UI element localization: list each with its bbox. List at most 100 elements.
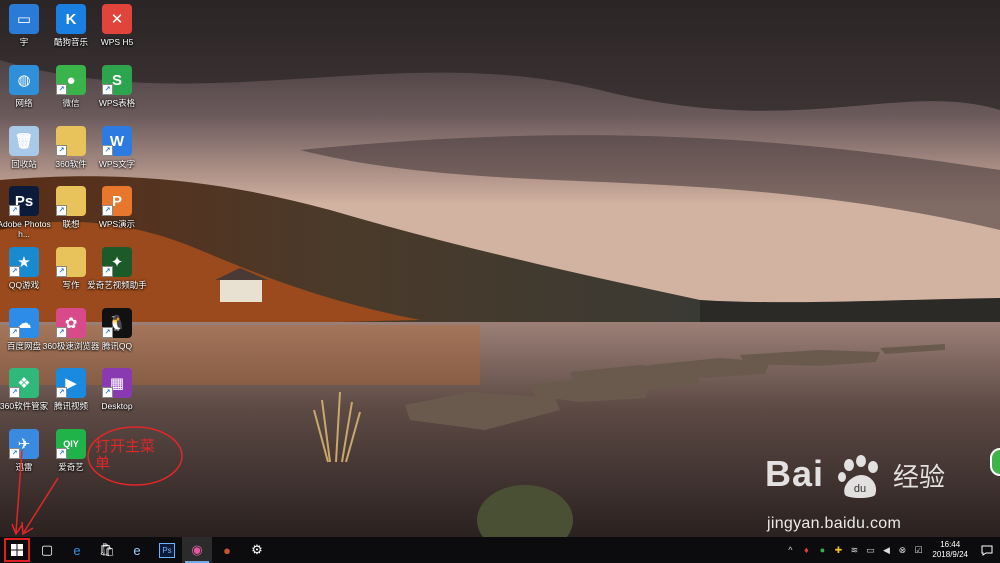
basketball-icon: ● (223, 542, 231, 558)
volume-icon: ◀ (882, 544, 890, 555)
iqiyi-helper-icon: ✦ ↗ (102, 247, 132, 277)
chevron-up-icon: ^ (788, 545, 793, 555)
photoshop-button[interactable]: Ps (152, 537, 182, 563)
svg-text:du: du (854, 483, 866, 495)
wechat-icon: ● ↗ (56, 65, 86, 95)
shortcut-arrow-icon: ↗ (102, 387, 113, 398)
folder-icon: ↗ (56, 126, 86, 156)
ie-icon: e (133, 542, 141, 558)
store-icon: 🛍 (98, 542, 116, 557)
qq-game-icon: ★ ↗ (9, 247, 39, 277)
app-icon: ♦ (804, 545, 809, 555)
photoshop-icon: Ps ↗ (9, 186, 39, 216)
shortcut-arrow-icon: ↗ (9, 327, 20, 338)
shortcut-arrow-icon: ↗ (102, 145, 113, 156)
wps-sheet-icon: S ↗ (102, 65, 132, 95)
shortcut-arrow-icon: ↗ (56, 266, 67, 277)
desktop-icon-label: WPS表格 (98, 98, 136, 108)
tray-wifi[interactable]: ≋ (847, 537, 861, 563)
taskbar-pinned-apps: ▢ e 🛍 e Ps ◉ ● ⚙ (32, 537, 272, 563)
shield-icon: ✚ (834, 544, 843, 555)
baidu-netdisk-icon: ☁ ↗ (9, 308, 39, 338)
store-button[interactable]: 🛍 (92, 537, 122, 563)
notification-icon (981, 545, 993, 556)
desktop-icon[interactable]: ▦ ↗ Desktop (87, 366, 147, 426)
wps-h5-icon: ✕ (102, 4, 132, 34)
network-icon: ◍ (9, 65, 39, 95)
wechat-icon: ● (819, 545, 826, 555)
shortcut-arrow-icon: ↗ (102, 84, 113, 95)
desktop-icon-label: WPS演示 (98, 219, 136, 229)
tray-360[interactable]: ✚ (831, 537, 845, 563)
side-float-badge[interactable] (990, 448, 1000, 476)
desktop-icon[interactable]: 🐧 ↗ 腾讯QQ (87, 306, 147, 366)
desktop-icon[interactable]: P ↗ WPS演示 (87, 184, 147, 244)
tencent-video-icon: ▶ ↗ (56, 368, 86, 398)
shortcut-arrow-icon: ↗ (9, 266, 20, 277)
shortcut-arrow-icon: ↗ (9, 205, 20, 216)
shortcut-arrow-icon: ↗ (56, 387, 67, 398)
basketball-app-button[interactable]: ● (212, 537, 242, 563)
desktop-icon-label: WPS H5 (100, 37, 134, 47)
photoshop-icon: Ps (159, 542, 175, 558)
shortcut-arrow-icon: ↗ (9, 387, 20, 398)
tray-wechat[interactable]: ● (815, 537, 829, 563)
folder-icon: ↗ (56, 247, 86, 277)
system-tray: ^ ♦ ● ✚ ≋ ▭ ◀ ⊗ ☑ 16:44 2018/9/24 (782, 537, 1000, 563)
wifi-icon: ≋ (850, 544, 859, 555)
start-button[interactable] (4, 538, 30, 562)
desktop[interactable]: ▭ 宇 K 酷狗音乐 ✕ WPS H5 ◍ 网络 ● ↗ 微信 S ↗ WPS表格 🗑 回收站 ↗ 360软件 W ↗… (0, 0, 1000, 537)
shortcut-arrow-icon: ↗ (102, 266, 113, 277)
360-browser-icon: ✿ ↗ (56, 308, 86, 338)
shortcut-arrow-icon: ↗ (56, 84, 67, 95)
ie-button[interactable]: e (122, 537, 152, 563)
watermark-brand: Bai (765, 453, 825, 494)
tray-overflow[interactable]: ^ (783, 537, 797, 563)
edge-icon: e (73, 542, 81, 558)
tray-close[interactable]: ⊗ (895, 537, 909, 563)
desktop-icon-label: 爱奇艺视频助手 (87, 280, 147, 290)
wps-writer-icon: W ↗ (102, 126, 132, 156)
desktop-icon[interactable]: ✕ WPS H5 (87, 2, 147, 62)
baidu-paw-icon: du (838, 455, 878, 498)
action-center-button[interactable] (974, 537, 1000, 563)
close-circle-icon: ⊗ (898, 544, 907, 555)
colorful-circle-icon: ◉ (191, 542, 203, 557)
windows-logo-icon (11, 544, 23, 556)
computer-icon: ▭ (9, 4, 39, 34)
tray-app-1[interactable]: ♦ (799, 537, 813, 563)
folder-icon: ↗ (56, 186, 86, 216)
clock[interactable]: 16:44 2018/9/24 (926, 540, 974, 560)
desktop-icon[interactable]: S ↗ WPS表格 (87, 63, 147, 123)
shortcut-arrow-icon: ↗ (102, 327, 113, 338)
recycle-bin-icon: 🗑 (9, 126, 39, 156)
shortcut-arrow-icon: ↗ (56, 145, 67, 156)
watermark-brand-cn: 经验 (893, 463, 946, 493)
annotation-arrows (11, 449, 59, 536)
shortcut-arrow-icon: ↗ (102, 205, 113, 216)
baidu-jingyan-watermark: Bai du 经验 jingyan.baidu.com (765, 453, 985, 537)
task-view-icon: ▢ (40, 542, 54, 557)
gear-icon: ⚙ (251, 542, 263, 557)
clock-time: 16:44 (940, 540, 961, 549)
edge-button[interactable]: e (62, 537, 92, 563)
tray-checkbox[interactable]: ☑ (911, 537, 925, 563)
annotation-text: 打开主菜单 (95, 437, 156, 472)
battery-icon: ▭ (866, 544, 875, 555)
desktop-icon[interactable]: W ↗ WPS文字 (87, 124, 147, 184)
desktop-icon-label: WPS文字 (98, 159, 136, 169)
shortcut-arrow-icon: ↗ (56, 205, 67, 216)
task-view-button[interactable]: ▢ (32, 537, 62, 563)
chrome-button[interactable]: ◉ (182, 537, 212, 563)
wps-presentation-icon: P ↗ (102, 186, 132, 216)
tray-battery[interactable]: ▭ (863, 537, 877, 563)
checkbox-icon: ☑ (914, 544, 923, 555)
desktop-icon[interactable]: ✦ ↗ 爱奇艺视频助手 (87, 245, 147, 305)
360-manager-icon: ❖ ↗ (9, 368, 39, 398)
kugou-icon: K (56, 4, 86, 34)
desktop-icon-label: Desktop (101, 401, 133, 411)
tray-volume[interactable]: ◀ (879, 537, 893, 563)
watermark-url: jingyan.baidu.com (767, 515, 902, 532)
settings-button[interactable]: ⚙ (242, 537, 272, 563)
qq-icon: 🐧 ↗ (102, 308, 132, 338)
